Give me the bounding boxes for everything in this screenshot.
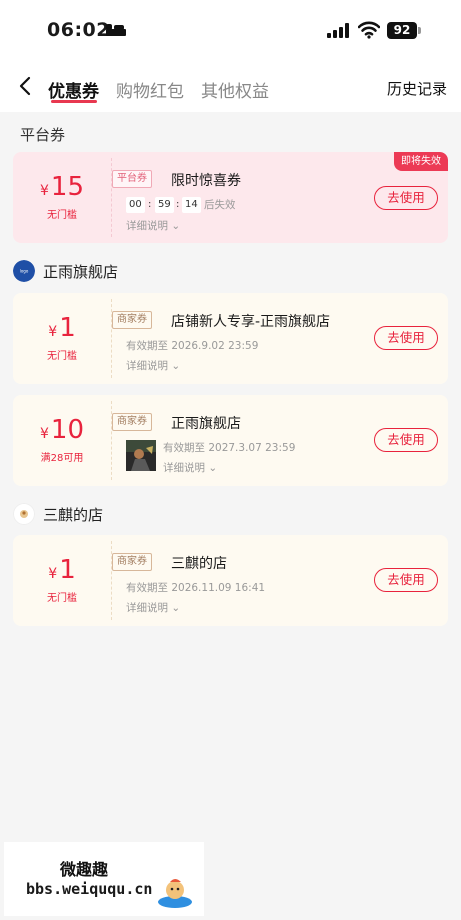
svg-text:logo: logo xyxy=(20,269,29,274)
coupon-validity: 有效期至 2026.11.09 16:41 xyxy=(126,582,266,594)
platform-coupon-title: 限时惊喜券 xyxy=(171,173,241,189)
timer-minutes: 59 xyxy=(155,197,174,213)
timer-separator: : xyxy=(148,199,152,210)
coupon-amount: 10 xyxy=(50,415,84,445)
platform-section-title: 平台券 xyxy=(20,126,66,144)
watermark-url: bbs.weiququ.cn xyxy=(26,880,153,898)
coupon-condition: 无门槛 xyxy=(47,210,77,221)
coupon-title: 店铺新人专享-正雨旗舰店 xyxy=(171,314,331,330)
expiring-soon-badge: 即将失效 xyxy=(394,152,448,171)
coupon-amount: 15 xyxy=(50,172,84,202)
shop-name: 正雨旗舰店 xyxy=(43,262,119,281)
detail-label: 详细说明 xyxy=(163,462,205,474)
timer-seconds: 14 xyxy=(182,197,201,213)
currency-symbol: ¥ xyxy=(48,566,58,582)
currency-symbol: ¥ xyxy=(39,426,49,442)
sleep-mode-icon xyxy=(106,24,126,36)
coupon-title: 三麒的店 xyxy=(171,556,227,572)
coupon-value-area: ¥ 15 无门槛 xyxy=(13,152,111,243)
status-bar: 06:02 92 xyxy=(0,0,461,62)
watermark-title: 微趣趣 xyxy=(60,860,109,879)
detail-label: 详细说明 xyxy=(126,602,168,614)
chevron-down-icon: ⌄ xyxy=(208,462,218,474)
chevron-down-icon: ⌄ xyxy=(171,220,181,232)
coupon-value-area: ¥ 1 无门槛 xyxy=(13,293,111,384)
back-arrow-icon[interactable] xyxy=(17,76,35,96)
coupon-detail-link[interactable]: 详细说明 ⌄ xyxy=(163,460,217,475)
use-coupon-button[interactable]: 去使用 xyxy=(374,326,438,350)
coupon-condition: 无门槛 xyxy=(47,351,77,362)
timer-hours: 00 xyxy=(126,197,145,213)
merchant-coupon-tag: 商家券 xyxy=(112,553,152,571)
tab-other-benefits[interactable]: 其他权益 xyxy=(201,77,269,102)
shop-name: 三麒的店 xyxy=(43,505,104,524)
coupon-title: 正雨旗舰店 xyxy=(171,416,241,432)
currency-symbol: ¥ xyxy=(39,183,49,199)
coupon-detail-link[interactable]: 详细说明 ⌄ xyxy=(126,218,180,233)
chevron-down-icon: ⌄ xyxy=(171,360,181,372)
use-coupon-button[interactable]: 去使用 xyxy=(374,428,438,452)
merchant-coupon-tag: 商家券 xyxy=(112,413,152,431)
coupon-condition: 满28可用 xyxy=(40,453,84,464)
coupon-amount: 1 xyxy=(59,313,76,343)
detail-label: 详细说明 xyxy=(126,360,168,372)
history-link[interactable]: 历史记录 xyxy=(387,78,447,99)
mascot-icon xyxy=(158,879,192,908)
active-tab-indicator xyxy=(51,100,97,103)
shop-logo-icon: logo xyxy=(13,260,35,282)
coupon-validity: 有效期至 2027.3.07 23:59 xyxy=(163,442,296,454)
coupon-validity: 有效期至 2026.9.02 23:59 xyxy=(126,340,259,352)
timer-separator: : xyxy=(176,199,180,210)
watermark: 微趣趣 bbs.weiququ.cn xyxy=(4,842,204,916)
status-time: 06:02 xyxy=(47,19,110,41)
use-coupon-button[interactable]: 去使用 xyxy=(374,568,438,592)
tab-coupons[interactable]: 优惠券 xyxy=(48,77,99,102)
timer-suffix: 后失效 xyxy=(204,199,236,211)
detail-label: 详细说明 xyxy=(126,220,168,232)
cellular-signal-icon xyxy=(327,23,351,38)
shop-header[interactable]: 三麒的店 xyxy=(13,503,103,525)
shop-header[interactable]: logo 正雨旗舰店 xyxy=(13,260,118,282)
merchant-coupon-tag: 商家券 xyxy=(112,311,152,329)
platform-coupon-tag: 平台券 xyxy=(112,170,152,188)
coupon-detail-link[interactable]: 详细说明 ⌄ xyxy=(126,358,180,373)
top-navigation: 优惠券 购物红包 其他权益 历史记录 xyxy=(0,62,461,112)
coupon-amount: 1 xyxy=(59,555,76,585)
coupon-value-area: ¥ 1 无门槛 xyxy=(13,535,111,626)
currency-symbol: ¥ xyxy=(48,324,58,340)
wifi-icon xyxy=(358,21,380,39)
coupon-value-area: ¥ 10 满28可用 xyxy=(13,395,111,486)
product-thumbnail xyxy=(126,440,156,471)
battery-indicator: 92 xyxy=(387,22,417,39)
coupon-detail-link[interactable]: 详细说明 ⌄ xyxy=(126,600,180,615)
coupon-condition: 无门槛 xyxy=(47,593,77,604)
battery-cap xyxy=(418,27,421,34)
chevron-down-icon: ⌄ xyxy=(171,602,181,614)
shop-logo-icon xyxy=(13,503,35,525)
use-coupon-button[interactable]: 去使用 xyxy=(374,186,438,210)
tab-shopping-red-packets[interactable]: 购物红包 xyxy=(116,77,184,102)
